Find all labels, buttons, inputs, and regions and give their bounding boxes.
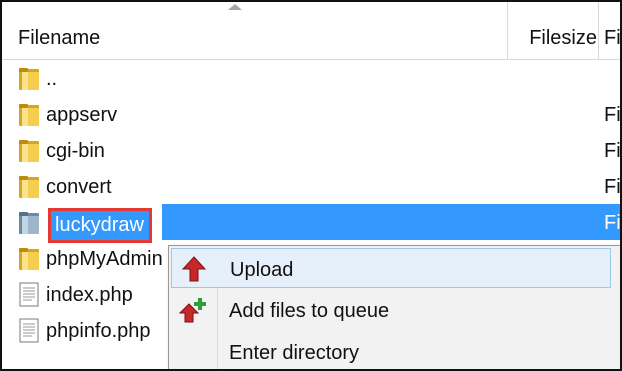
file-name: cgi-bin <box>46 140 105 162</box>
file-type: File folder <box>604 212 620 234</box>
file-type: File folder <box>604 104 620 126</box>
sort-ascending-icon <box>228 4 242 10</box>
file-name: phpMyAdmin <box>46 248 163 270</box>
file-name: convert <box>46 176 112 198</box>
column-divider[interactable] <box>598 2 599 59</box>
folder-icon <box>19 104 39 126</box>
file-type: File folder <box>604 176 620 198</box>
menu-item-enter-directory[interactable]: Enter directory <box>171 332 611 369</box>
file-name: appserv <box>46 104 118 126</box>
file-row[interactable]: appserv File folder <box>2 96 620 132</box>
menu-item-label: Enter directory <box>229 342 360 364</box>
column-divider[interactable] <box>507 2 508 59</box>
selection-highlight <box>162 204 620 240</box>
add-to-queue-icon <box>179 298 206 323</box>
file-icon <box>19 282 39 307</box>
file-row-parent-directory[interactable]: .. <box>2 60 620 96</box>
file-row-selected[interactable]: luckydraw File folder <box>2 204 620 243</box>
context-menu: Upload Add files to queue Enter director… <box>168 245 620 369</box>
file-row[interactable]: convert File folder <box>2 168 620 204</box>
column-header-filesize[interactable]: Filesize <box>512 26 597 50</box>
file-list-panel: Filename Filesize Filetype .. <box>0 0 622 371</box>
folder-icon <box>19 140 39 162</box>
file-list-header: Filename Filesize Filetype <box>2 2 620 60</box>
column-header-filename[interactable]: Filename <box>18 26 100 50</box>
menu-item-label: Upload <box>230 259 294 281</box>
file-row[interactable]: cgi-bin File folder <box>2 132 620 168</box>
file-name: .. <box>46 68 58 90</box>
column-header-filetype[interactable]: Filetype <box>604 26 620 50</box>
file-name: index.php <box>46 284 133 306</box>
folder-icon <box>19 248 39 270</box>
file-icon <box>19 318 39 343</box>
menu-item-add-files-to-queue[interactable]: Add files to queue <box>171 290 611 330</box>
menu-item-upload[interactable]: Upload <box>171 248 611 288</box>
folder-icon <box>19 68 39 90</box>
upload-arrow-icon <box>181 256 207 282</box>
file-name: luckydraw <box>48 208 152 243</box>
file-type: File folder <box>604 140 620 162</box>
file-name: phpinfo.php <box>46 320 151 342</box>
menu-item-label: Add files to queue <box>229 300 390 322</box>
folder-icon <box>19 212 39 234</box>
folder-icon <box>19 176 39 198</box>
